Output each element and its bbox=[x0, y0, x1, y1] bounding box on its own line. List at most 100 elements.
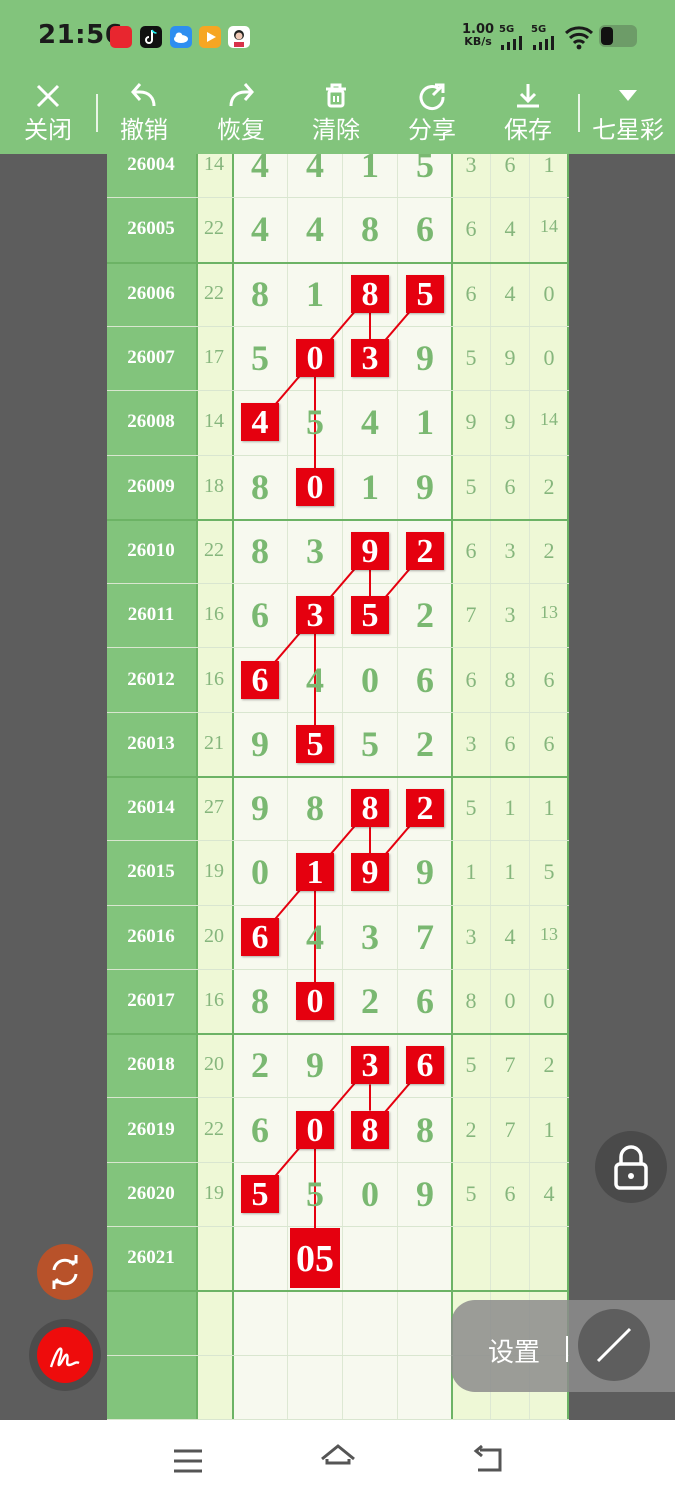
sum-value: 27 bbox=[204, 796, 224, 818]
digit: 4 bbox=[306, 917, 324, 957]
stat-value: 4 bbox=[504, 924, 516, 949]
stat-value: 1 bbox=[543, 795, 555, 820]
undo-label: 撤销 bbox=[120, 116, 168, 144]
undo-button[interactable]: 撤销 bbox=[108, 74, 180, 154]
digit: 2 bbox=[251, 1045, 269, 1085]
clear-button[interactable]: 清除 bbox=[300, 74, 372, 154]
cloud-icon bbox=[170, 26, 192, 48]
sync-button[interactable] bbox=[37, 1244, 93, 1300]
menu-icon[interactable] bbox=[170, 1446, 206, 1476]
save-button[interactable]: 保存 bbox=[492, 74, 564, 154]
stat-value: 2 bbox=[543, 474, 555, 499]
stat-value: 6 bbox=[504, 1181, 516, 1206]
digit: 4 bbox=[251, 154, 269, 185]
app-red-icon bbox=[110, 26, 132, 48]
hit-digit: 5 bbox=[406, 275, 444, 313]
sum-value: 18 bbox=[204, 475, 224, 497]
close-label: 关闭 bbox=[24, 116, 72, 144]
hit-digit: 6 bbox=[406, 1046, 444, 1084]
stat-value: 7 bbox=[465, 602, 477, 627]
digit: 8 bbox=[251, 981, 269, 1021]
stat-value: 0 bbox=[543, 345, 555, 370]
hit-digit: 6 bbox=[241, 661, 279, 699]
stat-value: 5 bbox=[465, 795, 477, 820]
hit-digit: 2 bbox=[406, 789, 444, 827]
hit-digit: 0 bbox=[296, 982, 334, 1020]
hit-digit: 0 bbox=[296, 468, 334, 506]
digit: 8 bbox=[251, 274, 269, 314]
game-select-button[interactable]: 七星彩 bbox=[586, 74, 670, 154]
stat-value: 6 bbox=[543, 731, 555, 756]
digit: 8 bbox=[361, 209, 379, 249]
share-button[interactable]: 分享 bbox=[396, 74, 468, 154]
sum-value: 16 bbox=[204, 668, 224, 690]
stat-value: 13 bbox=[540, 924, 558, 944]
net-speed: 1.00 KB/s bbox=[462, 23, 494, 48]
settings-button[interactable]: 设置 bbox=[488, 1332, 540, 1369]
close-button[interactable]: 关闭 bbox=[12, 74, 84, 154]
signal-2: 5G bbox=[531, 24, 557, 56]
stat-value: 5 bbox=[465, 345, 477, 370]
stat-value: 5 bbox=[543, 859, 555, 884]
signal-1: 5G bbox=[499, 24, 525, 56]
stat-value: 2 bbox=[465, 1117, 477, 1142]
digit: 1 bbox=[306, 274, 324, 314]
stat-value: 1 bbox=[504, 859, 516, 884]
stat-value: 14 bbox=[540, 216, 558, 236]
issue-number: 26004 bbox=[127, 154, 175, 175]
draw-button-face bbox=[37, 1327, 93, 1383]
digit: 1 bbox=[416, 402, 434, 442]
sum-value: 16 bbox=[204, 603, 224, 625]
stat-value: 6 bbox=[504, 154, 516, 177]
digit: 2 bbox=[416, 724, 434, 764]
issue-number: 26006 bbox=[127, 283, 175, 304]
stat-value: 7 bbox=[504, 1117, 516, 1142]
stat-value: 4 bbox=[543, 1181, 555, 1206]
redo-button[interactable]: 恢复 bbox=[205, 74, 277, 154]
stat-value: 14 bbox=[540, 409, 558, 429]
stat-value: 9 bbox=[504, 409, 516, 434]
draw-button[interactable] bbox=[29, 1319, 101, 1391]
stat-value: 5 bbox=[465, 1052, 477, 1077]
avatar-icon bbox=[228, 26, 250, 48]
sum-value: 20 bbox=[204, 925, 224, 947]
hit-digit: 6 bbox=[241, 918, 279, 956]
stat-value: 5 bbox=[465, 1181, 477, 1206]
stat-value: 6 bbox=[465, 281, 477, 306]
signature-icon bbox=[49, 1347, 80, 1368]
hit-digit: 3 bbox=[351, 339, 389, 377]
stat-value: 3 bbox=[504, 602, 516, 627]
trend-chart-board[interactable]: 26004 14 4 4 1 5 3 6 1 26005 22 4 4 8 6 6 4 14 26006 22 8 1 8 5… bbox=[107, 154, 569, 1420]
home-icon[interactable] bbox=[318, 1442, 358, 1476]
hit-digit: 3 bbox=[296, 596, 334, 634]
issue-number: 26020 bbox=[127, 1183, 175, 1204]
sync-icon bbox=[52, 1255, 78, 1289]
sum-value: 22 bbox=[204, 282, 224, 304]
stat-value: 3 bbox=[465, 731, 477, 756]
digit: 5 bbox=[306, 1174, 324, 1214]
stat-value: 3 bbox=[504, 538, 516, 563]
digit: 4 bbox=[306, 660, 324, 700]
digit: 4 bbox=[361, 402, 379, 442]
system-nav-bar bbox=[0, 1420, 675, 1500]
stat-value: 0 bbox=[543, 281, 555, 306]
cells: 26004 14 4 4 1 5 3 6 1 26005 22 4 4 8 6 6 4 14 26006 22 8 1 8 5… bbox=[107, 154, 569, 1420]
sum-value: 21 bbox=[204, 732, 224, 754]
sum-value: 20 bbox=[204, 1053, 224, 1075]
digit: 6 bbox=[416, 209, 434, 249]
digit: 2 bbox=[361, 981, 379, 1021]
hit-digit: 0 bbox=[296, 1111, 334, 1149]
digit: 9 bbox=[306, 1045, 324, 1085]
lock-button[interactable] bbox=[595, 1131, 667, 1203]
digit: 8 bbox=[251, 531, 269, 571]
back-icon[interactable] bbox=[470, 1444, 506, 1476]
digit: 9 bbox=[416, 852, 434, 892]
clear-label: 清除 bbox=[312, 116, 360, 144]
redo-icon bbox=[229, 83, 254, 107]
prediction-box: 05 bbox=[290, 1228, 340, 1288]
sum-value: 17 bbox=[204, 346, 224, 368]
stat-value: 0 bbox=[504, 988, 516, 1013]
line-tool-button[interactable] bbox=[578, 1309, 650, 1381]
hit-digit: 1 bbox=[296, 853, 334, 891]
digit: 3 bbox=[361, 917, 379, 957]
